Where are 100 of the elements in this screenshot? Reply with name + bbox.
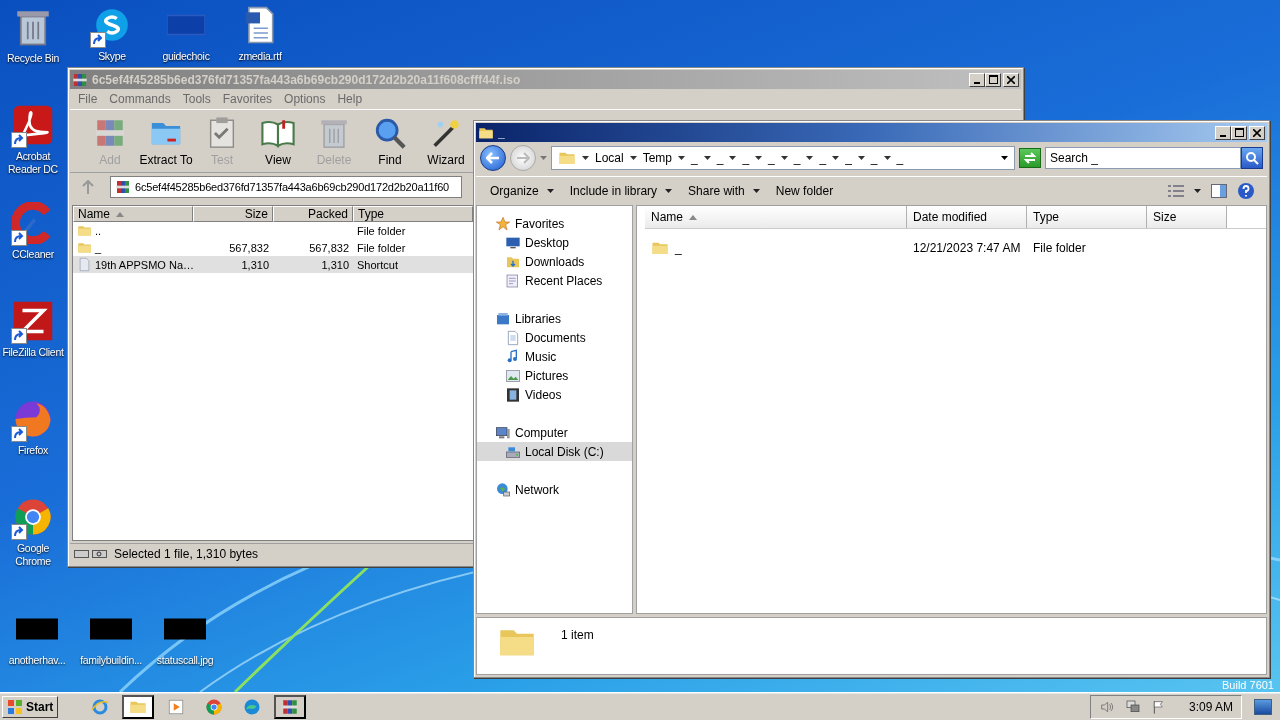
column-header[interactable]: Size [1147, 206, 1227, 228]
table-cell: 567,832 [309, 241, 349, 254]
nav-item[interactable]: Desktop [477, 233, 632, 252]
nav-item[interactable]: Videos [477, 385, 632, 404]
nav-item[interactable]: Computer [477, 423, 632, 442]
start-button[interactable]: Start [2, 695, 59, 718]
caret-icon [729, 156, 737, 160]
browser-logo-icon [205, 697, 224, 716]
menu-item[interactable]: File [74, 92, 102, 106]
desktop-shortcut[interactable]: Google Chrome [0, 492, 66, 590]
nav-item[interactable]: Local Disk (C:) [477, 442, 632, 461]
build-label: Build 7601 [1222, 679, 1274, 691]
nav-item[interactable]: Pictures [477, 366, 632, 385]
maximize-icon [988, 75, 998, 84]
file-name: _ [675, 241, 682, 255]
computer-icon [495, 424, 511, 441]
column-header[interactable]: Type [353, 206, 473, 222]
back-button[interactable] [480, 145, 506, 171]
film-icon [505, 386, 521, 403]
taskbar-button[interactable] [274, 694, 307, 719]
breadcrumb-item[interactable]: _ [768, 151, 775, 165]
toolbar-button[interactable]: View [250, 112, 306, 170]
breadcrumb-item[interactable]: _ [870, 151, 878, 165]
breadcrumb-item[interactable]: _ [742, 151, 750, 165]
breadcrumb-item[interactable]: _ [716, 151, 724, 165]
menu-item[interactable]: Options [280, 92, 330, 106]
minimize-button[interactable] [969, 72, 985, 87]
archive-books-icon [115, 179, 131, 195]
desktop-shortcut[interactable]: guidechoic [149, 0, 223, 64]
nav-item[interactable]: Network [477, 480, 632, 499]
toolbar-button[interactable]: Find [362, 112, 418, 170]
play-icon [167, 697, 186, 716]
table-cell: Shortcut [357, 258, 398, 271]
nav-item[interactable]: Libraries [477, 309, 632, 328]
caret-icon [665, 189, 673, 193]
type-text: File folder [1033, 241, 1086, 255]
close-button[interactable] [1003, 72, 1019, 87]
column-header[interactable]: Packed [273, 206, 353, 222]
column-header[interactable]: Name [645, 206, 907, 228]
desktop-shortcut[interactable]: statuscall.jpg [148, 604, 222, 668]
caret-icon [546, 189, 554, 193]
recent-places-icon [505, 272, 521, 289]
search-button[interactable] [1241, 147, 1263, 169]
breadcrumb-item[interactable]: _ [691, 151, 698, 165]
desktop-shortcut[interactable]: Acrobat Reader DC [0, 100, 66, 198]
command-button[interactable]: Include in library [563, 182, 679, 200]
caret-icon [629, 156, 637, 160]
nav-item[interactable]: Documents [477, 328, 632, 347]
nav-item[interactable]: Recent Places [477, 271, 632, 290]
toolbar-button[interactable]: Wizard [418, 112, 474, 170]
caret-icon [755, 156, 763, 160]
nav-item[interactable]: Music [477, 347, 632, 366]
menu-item[interactable]: Tools [178, 92, 215, 106]
show-desktop-button[interactable] [1254, 698, 1272, 715]
menu-item[interactable]: Favorites [218, 92, 277, 106]
refresh-button[interactable] [1019, 148, 1041, 168]
toolbar-button[interactable]: Extract To [138, 112, 194, 170]
archive-books-icon [72, 71, 88, 88]
caret-icon [806, 156, 814, 160]
window-title: 6c5ef4f45285b6ed376fd71357fa443a6b69cb290d172d2b20a11f608cfff44f.iso [92, 72, 522, 87]
menu-item[interactable]: Commands [105, 92, 175, 106]
breadcrumb-item[interactable]: _ [896, 151, 904, 165]
desktop-shortcut[interactable]: FileZilla Client [0, 296, 66, 394]
breadcrumb-item[interactable]: Temp [642, 151, 673, 165]
taskbar-button[interactable] [122, 694, 155, 719]
app-logo-icon [93, 6, 131, 44]
column-header[interactable]: Size [193, 206, 273, 222]
minimize-button[interactable] [1215, 125, 1231, 140]
command-button[interactable]: Organize [484, 182, 560, 200]
maximize-button[interactable] [985, 72, 1001, 87]
caret-icon [780, 156, 788, 160]
maximize-button[interactable] [1231, 125, 1247, 140]
path-field[interactable]: 6c5ef4f45285b6ed376fd71357fa443a6b69cb290d172d2b20a11f60 [110, 176, 462, 198]
column-header[interactable]: Name [73, 206, 193, 222]
desktop-shortcut[interactable]: zmedia.rtf [223, 0, 297, 64]
desktop-shortcut[interactable]: CCleaner [0, 198, 66, 296]
breadcrumb-item[interactable]: _ [793, 151, 801, 165]
desktop-shortcut[interactable]: Skype [75, 0, 149, 64]
column-header[interactable]: Date modified [907, 206, 1027, 228]
nav-item[interactable]: Favorites [477, 214, 632, 233]
nav-item[interactable]: Downloads [477, 252, 632, 271]
caret-icon [582, 156, 589, 160]
search-field[interactable]: Search _ [1045, 147, 1241, 169]
file-row[interactable]: _ 12/21/2023 7:47 AM File folder [645, 237, 1266, 259]
desktop-shortcut[interactable]: Firefox [0, 394, 66, 492]
minimize-icon [974, 81, 980, 84]
desktop-shortcut[interactable]: familybuildin... [74, 604, 148, 668]
address-bar[interactable]: Local Temp _ _ _ _ _ _ _ _ _ [551, 146, 1015, 170]
file-row[interactable]: 19th APPSMO Na… 1,310 1,310 Shortcut [73, 256, 473, 273]
breadcrumb-item[interactable]: _ [819, 151, 827, 165]
desktop-shortcut[interactable]: anotherhav... [0, 604, 74, 668]
menu-item[interactable]: Help [333, 92, 367, 106]
forward-arrow-icon [516, 152, 530, 164]
command-button[interactable]: Share with [682, 182, 766, 200]
column-header[interactable]: Type [1027, 206, 1147, 228]
desktop-shortcut[interactable]: Recycle Bin [0, 2, 66, 100]
breadcrumb-item[interactable]: Local [595, 151, 624, 165]
command-button[interactable]: New folder [769, 182, 840, 200]
breadcrumb-item[interactable]: _ [845, 151, 852, 165]
close-button[interactable] [1249, 125, 1265, 140]
